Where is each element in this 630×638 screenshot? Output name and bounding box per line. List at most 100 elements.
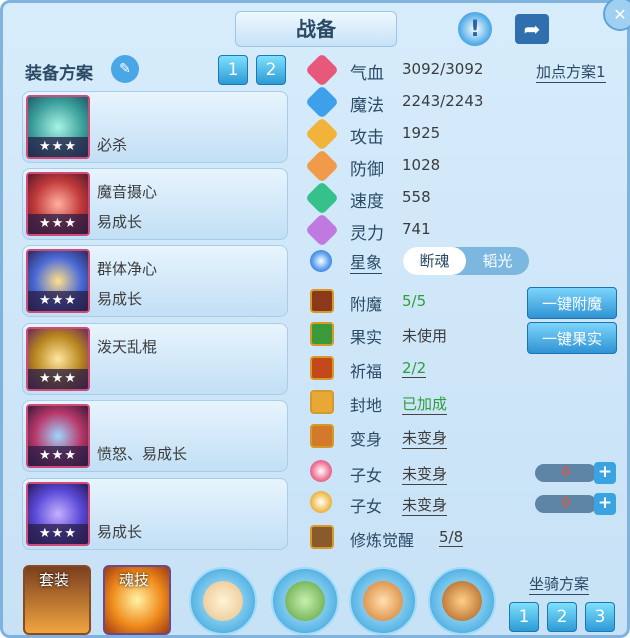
stat-label: 速度 [350,192,384,212]
suit-label: 套装 [39,571,70,589]
mount-2-button[interactable]: 2 [547,602,577,632]
one-click-fruit-button[interactable]: 一键果实 [527,322,617,354]
stat-attack: 攻击 1925 [305,117,440,151]
cultivation-icon [310,525,334,549]
stat-mp: 魔法 2243/2243 [305,85,483,119]
mount-3-button[interactable]: 3 [585,602,615,632]
stat-value: 3092/3092 [402,60,484,78]
buff-label: 封地 [350,396,383,415]
fist-icon [363,581,403,621]
equip-slot-armor[interactable]: ★★★ 泼天乱棍 [22,323,288,395]
blessing-icon [310,356,334,380]
buff-value: 未使用 [402,327,448,345]
stat-speed: 速度 558 [305,181,431,215]
child-counter: 0 [535,464,597,482]
equip-slot-belt[interactable]: ★★★ 愤怒、易成长 [22,400,288,472]
buff-label: 子女 [350,497,383,516]
soul-skill-label: 魂技 [119,571,150,589]
stat-defense: 防御 1028 [305,149,440,183]
child-icon [310,491,332,513]
equip-slot-weapon[interactable]: ★★★ 必杀 [22,91,288,163]
enchant-icon [310,289,334,313]
stat-label: 气血 [350,64,384,84]
equip-effect: 愤怒、易成长 [97,445,188,463]
skill-slot-sword[interactable] [271,567,339,635]
star-toggle[interactable]: 断魂 韬光 [403,247,529,275]
belt-thumb: ★★★ [26,404,90,468]
equip-scheme-label: 装备方案 [25,64,93,84]
stat-value: 1925 [402,124,441,142]
mount-1-button[interactable]: 1 [509,602,539,632]
plus-icon[interactable]: + [594,493,616,515]
plus-icon[interactable]: + [594,462,616,484]
battle-prep-panel: 战备 ! ➦ ✕ 装备方案 ✎ 1 2 ★★★ 必杀 ★★★ 魔音摄心 易成长 … [0,0,630,638]
buff-value[interactable]: 未变身 [402,427,448,449]
mana-icon [305,85,339,119]
equip-slot-necklace[interactable]: ★★★ 群体净心 易成长 [22,245,288,317]
star-option-taoguang[interactable]: 韬光 [466,247,529,275]
stat-value: 1028 [402,156,441,174]
add-point-plan-link[interactable]: 加点方案1 [536,61,606,83]
equip-effect: 易成长 [97,213,143,231]
buff-value[interactable]: 2/2 [402,359,427,378]
necklace-thumb: ★★★ [26,249,90,313]
child-icon [310,460,332,482]
child-counter: 0 [535,495,597,513]
weapon-thumb: ★★★ [26,95,90,159]
skill-slot-shield[interactable] [428,567,496,635]
star-label[interactable]: 星象 [350,249,383,274]
stat-label: 防御 [350,160,384,180]
spirit-icon [305,213,339,247]
buff-value: 5/5 [402,292,427,310]
equip-effect: 易成长 [97,290,143,308]
equip-effect: 必杀 [97,136,128,154]
equip-skill: 泼天乱棍 [97,338,158,356]
one-click-enchant-button[interactable]: 一键附魔 [527,287,617,319]
shoes-thumb: ★★★ [26,482,90,546]
stat-spirit: 灵力 741 [305,213,431,247]
buff-value[interactable]: 5/8 [439,528,464,547]
buff-value[interactable]: 未变身 [402,494,448,516]
sword-skill-icon [285,581,325,621]
mount-plan-link[interactable]: 坐骑方案 [529,573,590,595]
scheme-1-button[interactable]: 1 [218,55,248,85]
star-option-duanhun[interactable]: 断魂 [403,247,466,275]
equip-skill: 群体净心 [97,260,158,278]
buff-label: 子女 [350,466,383,485]
buff-label: 修炼觉醒 [350,531,415,550]
skill-slot-palm[interactable] [189,567,257,635]
buff-value[interactable]: 未变身 [402,463,448,485]
equip-slot-helmet[interactable]: ★★★ 魔音摄心 易成长 [22,168,288,240]
round-shield-icon [442,581,482,621]
armor-thumb: ★★★ [26,327,90,391]
stat-value: 2243/2243 [402,92,484,110]
equip-effect: 易成长 [97,523,143,541]
stat-label: 灵力 [350,224,384,244]
stat-label: 魔法 [350,96,384,116]
scheme-2-button[interactable]: 2 [256,55,286,85]
edit-pencil-icon[interactable]: ✎ [111,55,139,83]
star-compass-icon [310,250,332,272]
panel-title: 战备 [235,11,397,47]
buff-label: 果实 [350,328,383,347]
stat-value: 741 [402,220,431,238]
stat-value: 558 [402,188,431,206]
fief-icon [310,390,334,414]
close-icon[interactable]: ✕ [603,0,630,31]
share-icon[interactable]: ➦ [515,14,549,44]
fruit-icon [310,322,334,346]
helmet-thumb: ★★★ [26,172,90,236]
info-icon[interactable]: ! [458,12,492,46]
equip-slot-shoes[interactable]: ★★★ 易成长 [22,478,288,550]
shield-icon [305,149,339,183]
stat-hp: 气血 3092/3092 [305,53,483,87]
buff-value[interactable]: 已加成 [402,393,448,415]
buff-label: 附魔 [350,295,383,314]
skill-slot-fist[interactable] [349,567,417,635]
palm-icon [203,581,243,621]
heart-icon [305,53,339,87]
buff-label: 变身 [350,430,383,449]
equip-skill: 魔音摄心 [97,183,158,201]
sword-icon [305,117,339,151]
speed-icon [305,181,339,215]
